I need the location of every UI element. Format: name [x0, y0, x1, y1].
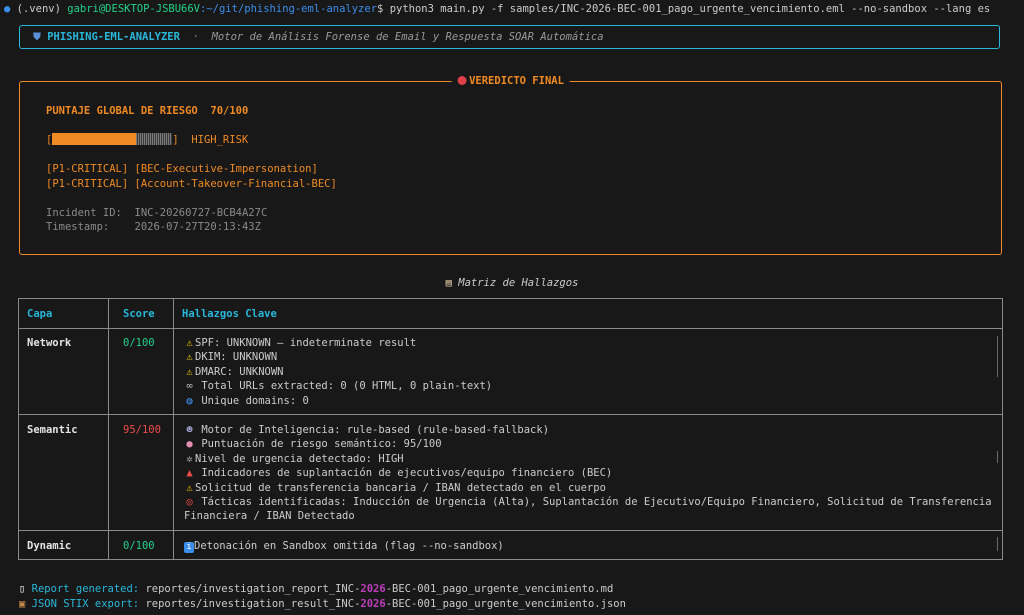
- report-line: ▯ Report generated: reportes/investigati…: [19, 582, 613, 596]
- prompt-dollar: $: [377, 3, 384, 15]
- row-scrollbar[interactable]: [997, 537, 998, 551]
- document-icon: ▯: [19, 583, 26, 595]
- findings-network: ⚠ SPF: UNKNOWN — indeterminate result ⚠ DK…: [184, 336, 492, 408]
- row-scrollbar[interactable]: [997, 451, 998, 463]
- row-divider: [19, 530, 1002, 531]
- score-dynamic: 0/100: [123, 540, 155, 552]
- brain-icon: ●: [186, 438, 193, 451]
- finding-item: Nivel de urgencia detectado: HIGH: [195, 452, 404, 465]
- verdict-panel: VEREDICTO FINAL PUNTAJE GLOBAL DE RIESGO…: [19, 74, 1002, 255]
- finding-item: Solicitud de transferencia bancaria / IB…: [195, 481, 606, 494]
- incident-id: INC-20260727-BCB4A27C: [134, 207, 268, 219]
- package-icon: ▣: [19, 598, 26, 610]
- warning-icon: ⚠: [186, 337, 193, 349]
- report-path[interactable]: reportes/investigation_report_INC-2026-B…: [145, 583, 613, 595]
- warning-icon: ⚠: [186, 481, 193, 494]
- finding-item: Puntuación de riesgo semántico: 95/100: [201, 438, 442, 451]
- timestamp-line: Timestamp: 2026-07-27T20:13:43Z: [46, 220, 261, 234]
- score-line: PUNTAJE GLOBAL DE RIESGO 70/100: [46, 104, 248, 118]
- finding-item: Tácticas identificadas: Inducción de Urg…: [201, 496, 992, 509]
- score-network: 0/100: [123, 337, 155, 349]
- row-scrollbar[interactable]: [997, 336, 998, 377]
- findings-semantic: ☻ Motor de Inteligencia: rule-based (rul…: [184, 423, 992, 524]
- globe-icon: ◍: [186, 394, 193, 407]
- finding-item: Total URLs extracted: 0 (0 HTML, 0 plain…: [201, 380, 493, 393]
- header-hallazgos: Hallazgos Clave: [182, 308, 277, 320]
- header-capa: Capa: [27, 308, 53, 320]
- banner-title: PHISHING-EML-ANALYZER: [47, 31, 180, 43]
- red-circle-icon: [457, 76, 467, 85]
- terminal-prompt: ● (.venv) gabri@DESKTOP-JSBU66V:~/git/ph…: [4, 2, 990, 16]
- json-line: ▣ JSON STIX export: reportes/investigati…: [19, 597, 626, 611]
- finding-item: Motor de Inteligencia: rule-based (rule-…: [201, 424, 550, 436]
- finding-item: Unique domains: 0: [201, 394, 309, 407]
- risk-progress-empty: [136, 133, 173, 145]
- prompt-dot-icon: ●: [4, 3, 11, 15]
- robot-icon: ☻: [186, 424, 193, 436]
- link-icon: ∞: [186, 380, 193, 393]
- gear-icon: ✲: [186, 452, 193, 465]
- siren-icon: ▲: [186, 467, 193, 480]
- findings-dynamic: i Detonación en Sandbox omitida (flag --n…: [184, 539, 504, 553]
- verdict-title: VEREDICTO FINAL: [451, 74, 570, 88]
- table-title: ▤ Matriz de Hallazgos: [445, 277, 579, 289]
- warning-icon: ⚠: [186, 365, 193, 378]
- json-path[interactable]: reportes/investigation_result_INC-2026-B…: [145, 598, 625, 610]
- bar-close: ]: [172, 134, 179, 146]
- prompt-path: :~/git/phishing-eml-analyzer: [200, 3, 378, 15]
- column-divider: [173, 299, 174, 559]
- finding-item: DKIM: UNKNOWN: [195, 351, 278, 364]
- column-divider: [108, 299, 109, 559]
- score-label: PUNTAJE GLOBAL DE RIESGO: [46, 105, 198, 117]
- findings-table: Capa Score Hallazgos Clave Network 0/100…: [18, 298, 1003, 560]
- verdict-tag: [P1-CRITICAL] [Account-Takeover-Financia…: [46, 178, 337, 190]
- risk-bar-line: [] HIGH_RISK: [46, 133, 248, 147]
- row-divider: [19, 414, 1002, 415]
- notepad-icon: ▤: [445, 277, 452, 289]
- header-score: Score: [123, 308, 155, 320]
- banner-subtitle: Motor de Análisis Forense de Email y Res…: [211, 31, 604, 43]
- incident-label: Incident ID:: [46, 207, 122, 219]
- finding-item: Financiera / IBAN Detectado: [184, 510, 355, 523]
- warning-icon: ⚠: [186, 351, 193, 364]
- score-value: 70/100: [210, 105, 249, 117]
- risk-level: HIGH_RISK: [191, 134, 249, 146]
- layer-network: Network: [27, 337, 72, 349]
- finding-item: SPF: UNKNOWN — indeterminate result: [195, 337, 417, 349]
- row-divider: [19, 328, 1002, 329]
- json-label: JSON STIX export:: [31, 598, 140, 610]
- finding-item: DMARC: UNKNOWN: [195, 365, 284, 378]
- finding-item: Indicadores de suplantación de ejecutivo…: [201, 467, 613, 480]
- prompt-venv: (.venv): [16, 3, 61, 15]
- verdict-tag: [P1-CRITICAL] [BEC-Executive-Impersonati…: [46, 163, 318, 175]
- report-label: Report generated:: [31, 583, 140, 595]
- timestamp-label: Timestamp:: [46, 221, 110, 233]
- prompt-command[interactable]: python3 main.py -f samples/INC-2026-BEC-…: [390, 3, 991, 15]
- timestamp-value: 2026-07-27T20:13:43Z: [134, 221, 261, 233]
- banner-separator: ·: [192, 31, 199, 43]
- info-icon: i: [184, 542, 194, 553]
- finding-item: Detonación en Sandbox omitida (flag --no…: [194, 540, 504, 552]
- risk-progress-fill: [52, 133, 137, 145]
- shield-icon: ⛊: [33, 31, 41, 43]
- target-icon: ◎: [186, 496, 193, 509]
- layer-semantic: Semantic: [27, 424, 78, 436]
- app-banner: ⛊ PHISHING-EML-ANALYZER · Motor de Análi…: [19, 25, 1000, 49]
- risk-progress-bar: [52, 133, 173, 145]
- score-semantic: 95/100: [123, 424, 161, 436]
- layer-dynamic: Dynamic: [27, 540, 72, 552]
- incident-line: Incident ID: INC-20260727-BCB4A27C: [46, 206, 267, 220]
- prompt-user-host: gabri@DESKTOP-JSBU66V: [67, 3, 201, 15]
